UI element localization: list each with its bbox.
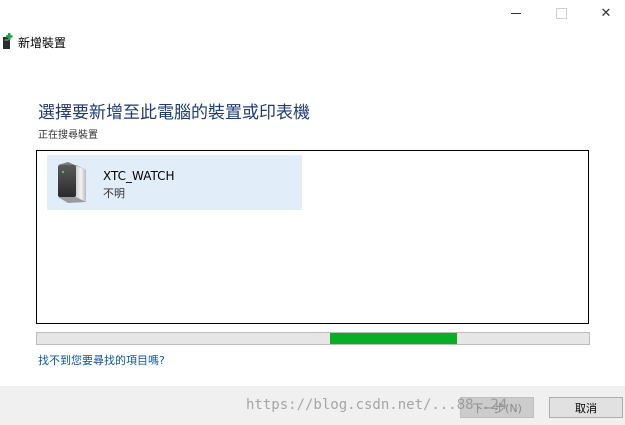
search-progress-bar (36, 332, 590, 345)
device-item[interactable]: XTC_WATCH 不明 (47, 155, 302, 210)
device-state: 不明 (103, 187, 125, 200)
device-list[interactable]: XTC_WATCH 不明 (36, 150, 589, 324)
minimize-icon (511, 12, 521, 14)
title-bar: ✕ (0, 0, 625, 26)
maximize-icon (555, 7, 567, 19)
minimize-button[interactable] (493, 0, 539, 26)
device-name: XTC_WATCH (103, 169, 175, 183)
progress-fill (329, 333, 457, 344)
search-status: 正在搜尋裝置 (38, 130, 98, 141)
dialog-footer: 下一步(N) 取消 (0, 386, 625, 425)
device-icon (58, 162, 86, 203)
not-found-link[interactable]: 找不到您要尋找的項目嗎? (38, 352, 165, 368)
maximize-button[interactable] (538, 0, 584, 26)
close-button[interactable]: ✕ (583, 0, 625, 26)
close-icon: ✕ (600, 5, 612, 21)
cancel-button[interactable]: 取消 (549, 397, 623, 418)
add-device-icon (3, 33, 13, 49)
dialog-title: 新增裝置 (18, 36, 67, 50)
page-heading: 選擇要新增至此電腦的裝置或印表機 (38, 103, 310, 123)
next-button[interactable]: 下一步(N) (460, 397, 534, 418)
